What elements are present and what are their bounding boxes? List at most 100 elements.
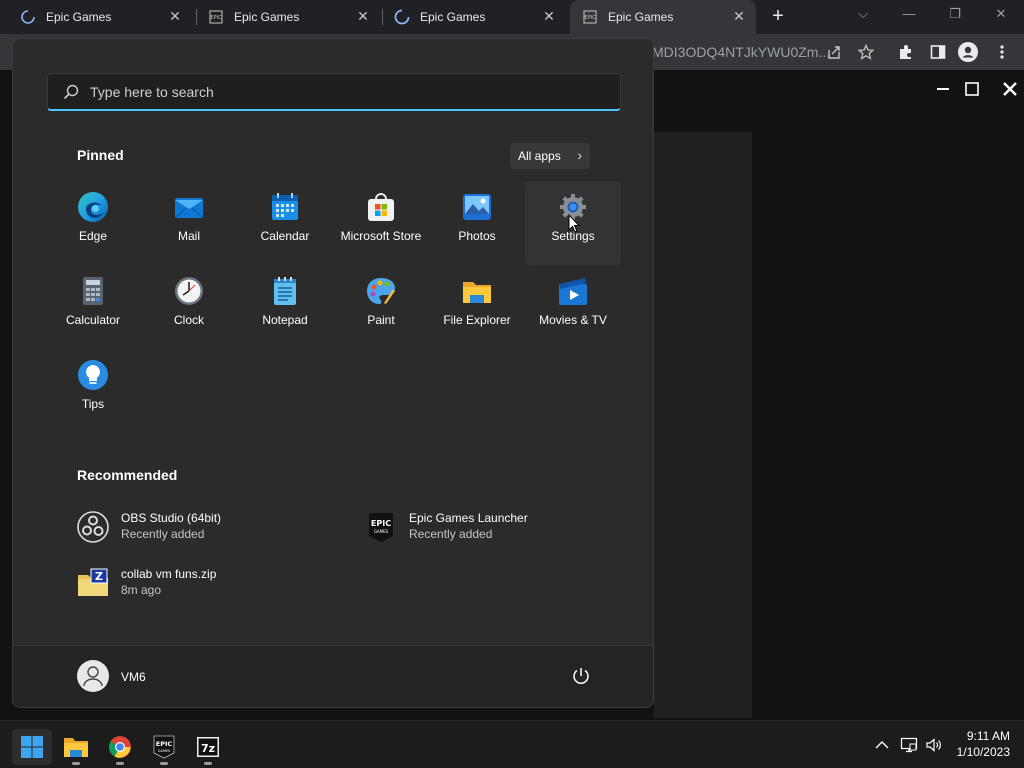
page-close-icon[interactable] <box>1001 80 1019 98</box>
share-icon[interactable] <box>824 42 844 62</box>
clock-date: 1/10/2023 <box>956 745 1010 759</box>
clock-icon <box>175 277 203 305</box>
app-label: Calendar <box>260 229 310 243</box>
chevron-right-icon: › <box>577 147 582 163</box>
svg-text:GAMES: GAMES <box>158 749 171 753</box>
close-window-icon[interactable]: ✕ <box>991 4 1011 24</box>
mail-icon <box>174 198 204 219</box>
svg-text:EPIC: EPIC <box>156 740 173 748</box>
movies-icon <box>559 278 587 305</box>
close-tab-icon[interactable]: ✕ <box>542 9 556 23</box>
all-apps-button[interactable]: All apps › <box>510 143 590 169</box>
search-icon <box>63 84 79 100</box>
loading-spinner-icon <box>20 9 36 25</box>
pinned-heading: Pinned <box>77 147 124 163</box>
tab-search-chevron-icon[interactable]: ⌵ <box>853 4 873 24</box>
svg-text:7z: 7z <box>201 742 215 755</box>
tab-title: Epic Games <box>608 10 674 24</box>
taskbar-file-explorer[interactable] <box>56 729 96 765</box>
paint-icon <box>367 278 395 304</box>
pinned-app-notepad[interactable]: Notepad <box>237 265 333 349</box>
edge-icon <box>78 192 108 222</box>
browser-tab-4-active[interactable]: EPIC Epic Games ✕ <box>570 0 756 34</box>
show-hidden-icons-chevron-up-icon[interactable] <box>873 736 891 754</box>
calendar-icon <box>272 193 298 220</box>
app-label: File Explorer <box>443 313 511 327</box>
pinned-app-photos[interactable]: Photos <box>429 181 525 265</box>
recommended-item-epic[interactable]: EPIC GAMES Epic Games Launcher Recently … <box>365 505 625 549</box>
taskbar-7zip[interactable]: 7z <box>188 729 228 765</box>
browser-menu-kebab-icon[interactable] <box>992 42 1012 62</box>
pinned-app-file-explorer[interactable]: File Explorer <box>429 265 525 349</box>
taskbar-clock[interactable]: 9:11 AM 1/10/2023 <box>940 728 1010 760</box>
running-indicator <box>72 762 80 765</box>
pinned-app-mail[interactable]: Mail <box>141 181 237 265</box>
side-panel-icon[interactable] <box>928 42 948 62</box>
app-label: Tips <box>81 397 105 411</box>
pinned-app-clock[interactable]: Clock <box>141 265 237 349</box>
browser-tab-1[interactable]: Epic Games ✕ <box>20 0 192 34</box>
rec-title: collab vm funs.zip <box>121 567 217 581</box>
profile-avatar-icon[interactable] <box>958 42 978 62</box>
browser-tab-3[interactable]: Epic Games ✕ <box>394 0 566 34</box>
page-minimize-icon[interactable] <box>934 80 952 98</box>
user-name[interactable]: VM6 <box>121 670 146 684</box>
pinned-app-calculator[interactable]: Calculator <box>45 265 141 349</box>
svg-text:EPIC: EPIC <box>210 15 222 21</box>
store-icon <box>368 193 394 221</box>
svg-text:GAMES: GAMES <box>374 529 389 534</box>
pinned-app-edge[interactable]: Edge <box>45 181 141 265</box>
tab-separator <box>196 9 197 25</box>
taskbar: EPIC GAMES 7z <box>0 720 1024 768</box>
app-label: Edge <box>78 229 108 243</box>
recommended-item-zip[interactable]: Z collab vm funs.zip 8m ago <box>77 561 337 605</box>
page-maximize-icon[interactable] <box>963 80 981 98</box>
app-label: Notepad <box>262 313 308 327</box>
bookmark-star-icon[interactable] <box>856 42 876 62</box>
app-label: Paint <box>367 313 395 327</box>
folder-icon <box>463 282 491 303</box>
search-placeholder: Type here to search <box>90 84 214 100</box>
minimize-icon[interactable]: — <box>899 4 919 24</box>
obs-icon <box>77 511 109 543</box>
close-tab-icon[interactable]: ✕ <box>168 9 182 23</box>
recommended-item-obs[interactable]: OBS Studio (64bit) Recently added <box>77 505 337 549</box>
svg-text:EPIC: EPIC <box>584 15 596 21</box>
address-bar-url[interactable]: MDI3ODQ4NTJkYWU0Zm... <box>652 44 830 60</box>
app-label: Movies & TV <box>539 313 607 327</box>
rec-title: Epic Games Launcher <box>409 511 528 525</box>
rec-subtitle: Recently added <box>409 527 493 541</box>
pinned-app-tips[interactable]: Tips <box>45 349 141 433</box>
browser-tab-2[interactable]: EPIC Epic Games ✕ <box>208 0 380 34</box>
pinned-app-microsoft-store[interactable]: Microsoft Store <box>333 181 429 265</box>
new-tab-icon[interactable]: + <box>768 6 788 26</box>
pinned-app-movies-tv[interactable]: Movies & TV <box>525 265 621 349</box>
tab-title: Epic Games <box>420 10 486 24</box>
pinned-app-calendar[interactable]: Calendar <box>237 181 333 265</box>
extensions-puzzle-icon[interactable] <box>896 42 916 62</box>
rec-subtitle: 8m ago <box>121 583 162 597</box>
restore-icon[interactable]: ❐ <box>945 4 965 24</box>
close-tab-icon[interactable]: ✕ <box>356 9 370 23</box>
network-icon[interactable] <box>900 736 918 754</box>
start-search-box[interactable]: Type here to search <box>47 73 621 111</box>
pinned-app-paint[interactable]: Paint <box>333 265 429 349</box>
taskbar-start-button[interactable] <box>12 729 52 765</box>
user-icon <box>83 666 103 687</box>
app-label: Mail <box>177 229 200 243</box>
notepad-icon <box>274 277 296 305</box>
tab-separator <box>382 9 383 25</box>
taskbar-chrome[interactable] <box>100 729 140 765</box>
lightbulb-icon <box>78 360 108 390</box>
taskbar-epic-games[interactable]: EPIC GAMES <box>144 729 184 765</box>
running-indicator <box>204 762 212 765</box>
loading-spinner-icon <box>394 9 410 25</box>
mouse-cursor-icon <box>568 214 580 233</box>
recommended-heading: Recommended <box>77 467 178 483</box>
all-apps-label: All apps <box>518 149 561 163</box>
power-icon[interactable] <box>571 666 591 686</box>
close-tab-icon[interactable]: ✕ <box>732 9 746 23</box>
clock-time: 9:11 AM <box>966 729 1010 743</box>
user-avatar[interactable] <box>77 660 109 692</box>
svg-text:Z: Z <box>95 570 103 583</box>
